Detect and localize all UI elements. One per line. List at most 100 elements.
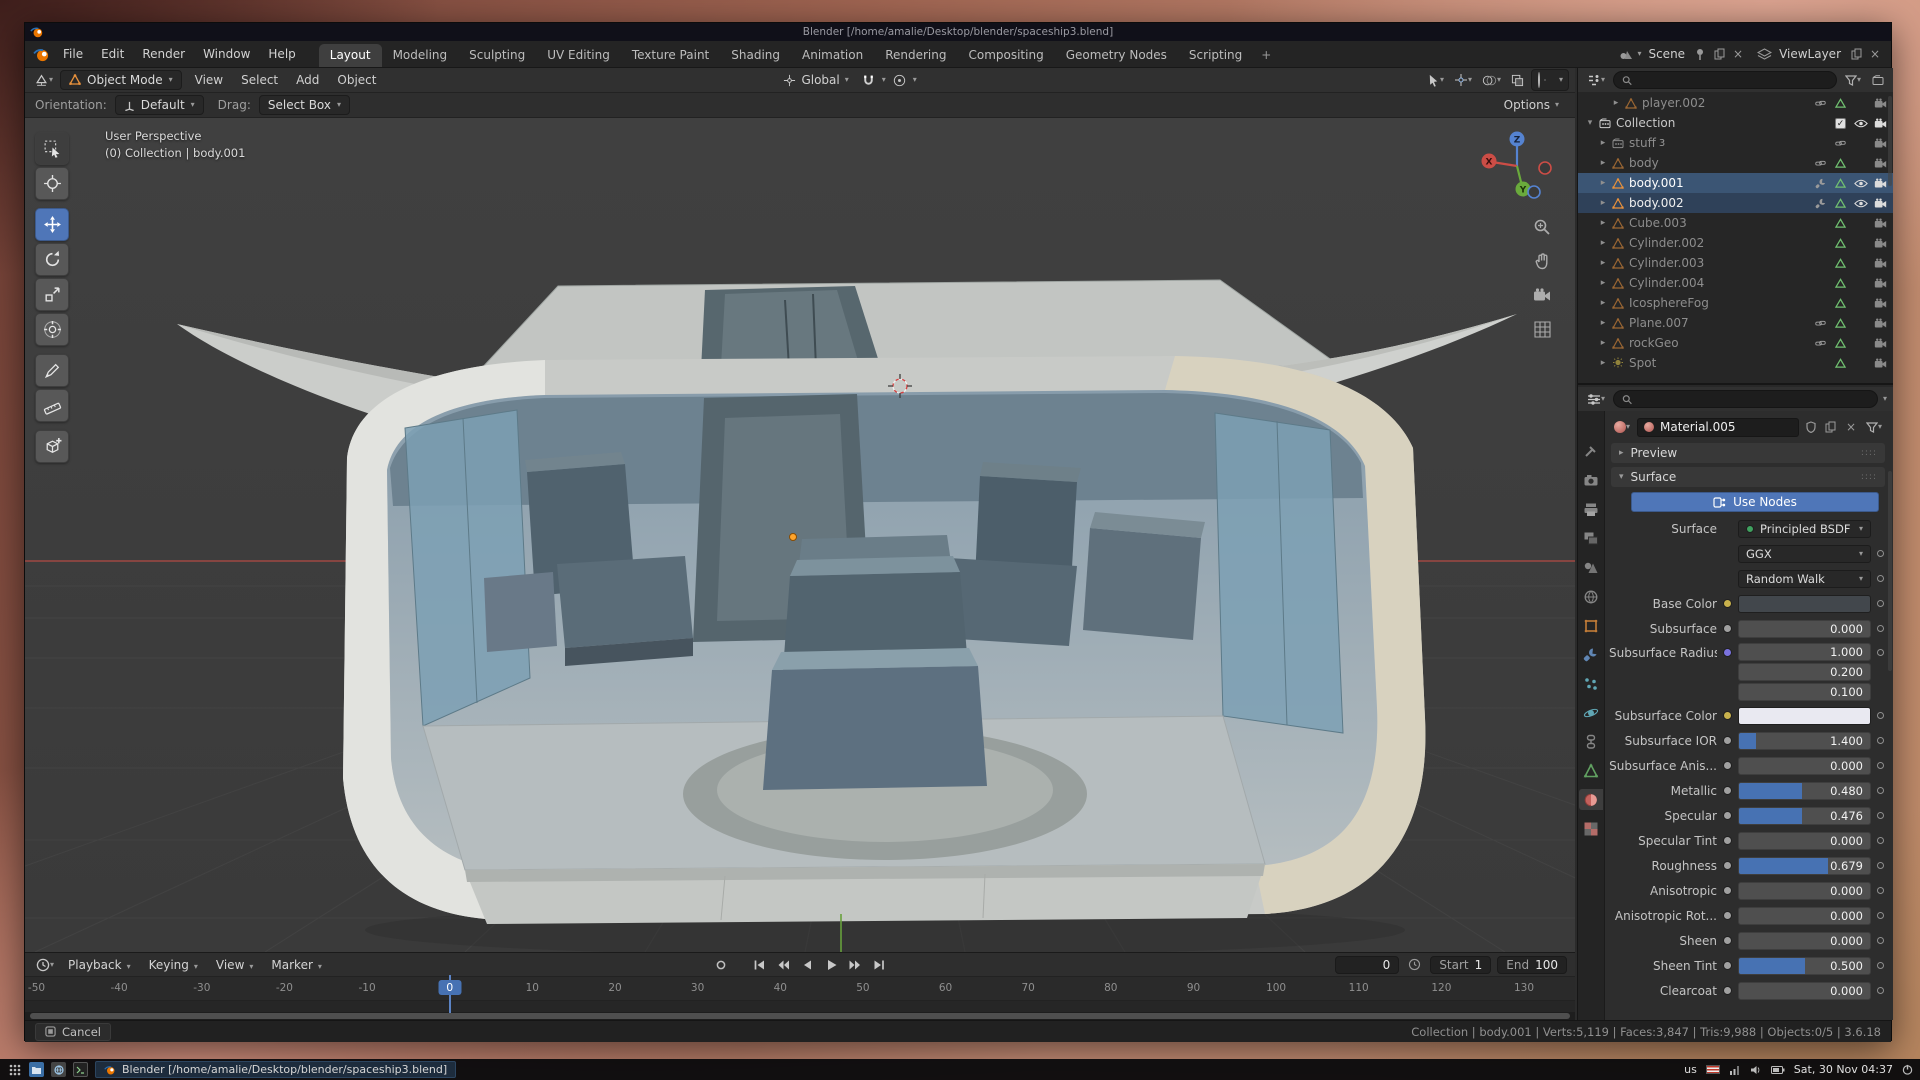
- tool-measure[interactable]: [35, 389, 69, 422]
- tool-add-cube[interactable]: [35, 430, 69, 463]
- outliner-row-body-001[interactable]: ▸ body.001: [1578, 173, 1893, 193]
- outliner-row-stuff[interactable]: ▸ stuff 3: [1578, 133, 1893, 153]
- subsurface-radius-slider[interactable]: 0.100: [1738, 683, 1871, 701]
- tool-move[interactable]: [35, 208, 69, 241]
- selectability-visibility-icon[interactable]: ▾: [1424, 72, 1447, 89]
- random-walk-select[interactable]: Random Walk▾: [1738, 570, 1871, 588]
- outliner-item-label[interactable]: body: [1629, 156, 1659, 170]
- surface-section-header[interactable]: ▾ Surface ::::: [1611, 467, 1885, 487]
- tool-scale[interactable]: [35, 278, 69, 311]
- disclosure-icon[interactable]: ▸: [1597, 158, 1609, 168]
- disclosure-icon[interactable]: ▸: [1597, 218, 1609, 228]
- proportional-editing-icon[interactable]: [890, 72, 909, 89]
- roughness-slider[interactable]: 0.679: [1738, 857, 1871, 875]
- disclosure-icon[interactable]: ▾: [1584, 118, 1596, 128]
- remove-view-layer-icon[interactable]: ×: [1867, 46, 1883, 62]
- properties-tab-modifiers[interactable]: [1579, 644, 1603, 665]
- outliner-row-cylinder-002[interactable]: ▸ Cylinder.002: [1578, 233, 1893, 253]
- disclosure-icon[interactable]: ▸: [1597, 338, 1609, 348]
- hide-eye-toggle[interactable]: [1852, 199, 1869, 208]
- pin-scene-icon[interactable]: [1692, 46, 1708, 62]
- render-visibility-toggle[interactable]: [1872, 118, 1889, 128]
- clock-text[interactable]: Sat, 30 Nov 04:37: [1794, 1063, 1893, 1076]
- properties-tab-constraints[interactable]: [1579, 731, 1603, 752]
- render-visibility-toggle[interactable]: [1872, 318, 1889, 328]
- shading-rendered-icon[interactable]: [1554, 79, 1556, 81]
- jump-to-start-button[interactable]: [749, 957, 769, 973]
- properties-search[interactable]: [1613, 390, 1878, 408]
- disclosure-icon[interactable]: ▸: [1610, 98, 1622, 108]
- outliner-search[interactable]: [1613, 71, 1837, 89]
- shading-material-icon[interactable]: [1549, 79, 1551, 81]
- tool-transform[interactable]: [35, 313, 69, 346]
- outliner-search-input[interactable]: [1638, 74, 1828, 87]
- properties-tab-scene[interactable]: [1579, 557, 1603, 578]
- timeline-editor-icon[interactable]: ▾: [33, 956, 57, 974]
- workspace-tab-layout[interactable]: Layout: [319, 44, 382, 67]
- specular-tint-slider[interactable]: 0.000: [1738, 832, 1871, 850]
- scene-dropdown-icon[interactable]: ▾: [1637, 50, 1641, 58]
- jump-to-end-button[interactable]: [869, 957, 889, 973]
- timeline-track-area[interactable]: [25, 1001, 1575, 1012]
- render-visibility-toggle[interactable]: [1872, 218, 1889, 228]
- animate-decorator[interactable]: [1877, 912, 1884, 919]
- viewport-menu-view[interactable]: View: [186, 70, 232, 90]
- timeline-ruler[interactable]: 0 -50-40-30-20-1001020304050607080901001…: [25, 977, 1575, 1001]
- workspace-tab-rendering[interactable]: Rendering: [874, 44, 957, 67]
- animate-decorator[interactable]: [1877, 625, 1884, 632]
- play-button[interactable]: [821, 957, 841, 973]
- scene-name[interactable]: Scene: [1644, 47, 1689, 61]
- animate-decorator[interactable]: [1877, 837, 1884, 844]
- use-nodes-button[interactable]: Use Nodes: [1631, 492, 1879, 512]
- tool-annotate[interactable]: [35, 354, 69, 387]
- shading-wireframe-icon[interactable]: [1537, 72, 1541, 88]
- outliner-row-rockgeo[interactable]: ▸ rockGeo: [1578, 333, 1893, 353]
- properties-header-dropdown[interactable]: ▾: [1883, 395, 1887, 403]
- tool-select-box[interactable]: [35, 132, 69, 165]
- workspace-tab-sculpting[interactable]: Sculpting: [458, 44, 536, 67]
- outliner-row-cube-003[interactable]: ▸ Cube.003: [1578, 213, 1893, 233]
- render-visibility-toggle[interactable]: [1872, 278, 1889, 288]
- outliner-row-plane-007[interactable]: ▸ Plane.007: [1578, 313, 1893, 333]
- disclosure-icon[interactable]: ▸: [1597, 318, 1609, 328]
- specular-slider[interactable]: 0.476: [1738, 807, 1871, 825]
- outliner-item-label[interactable]: rockGeo: [1629, 336, 1679, 350]
- navigation-gizmo[interactable]: Z X Y: [1477, 126, 1557, 206]
- disclosure-icon[interactable]: ▸: [1597, 258, 1609, 268]
- current-frame-field[interactable]: 0: [1335, 956, 1399, 974]
- close-scene-icon[interactable]: ×: [1730, 46, 1746, 62]
- anisotropic-slider[interactable]: 0.000: [1738, 882, 1871, 900]
- end-frame-field[interactable]: End100: [1497, 956, 1567, 974]
- disclosure-icon[interactable]: ▸: [1597, 358, 1609, 368]
- properties-tab-world[interactable]: [1579, 586, 1603, 607]
- sheen-slider[interactable]: 0.000: [1738, 932, 1871, 950]
- browse-material-icon[interactable]: ▾: [1611, 419, 1633, 435]
- properties-tab-texture[interactable]: [1579, 818, 1603, 839]
- outliner-filter-icon[interactable]: ▾: [1842, 73, 1864, 88]
- overlays-toggle-icon[interactable]: ▾: [1479, 72, 1504, 89]
- orientation-dropdown[interactable]: Default ▾: [115, 95, 204, 115]
- animate-decorator[interactable]: [1877, 812, 1884, 819]
- play-reverse-button[interactable]: [797, 957, 817, 973]
- metallic-slider[interactable]: 0.480: [1738, 782, 1871, 800]
- orthographic-grid-icon[interactable]: [1531, 318, 1553, 340]
- snap-magnet-icon[interactable]: [859, 72, 878, 89]
- render-visibility-toggle[interactable]: [1872, 338, 1889, 348]
- outliner-row-spot[interactable]: ▸ Spot: [1578, 353, 1893, 373]
- workspace-tab-shading[interactable]: Shading: [720, 44, 791, 67]
- timeline-menu-view[interactable]: View▾: [207, 955, 263, 975]
- gizmos-toggle-icon[interactable]: ▾: [1451, 71, 1475, 89]
- properties-scrollbar[interactable]: [1888, 471, 1892, 671]
- timeline-scrollbar-handle[interactable]: [30, 1013, 1570, 1019]
- outliner-row-player-002[interactable]: ▸ player.002: [1578, 93, 1893, 113]
- disclosure-icon[interactable]: ▸: [1597, 138, 1609, 148]
- properties-tab-particles[interactable]: [1579, 673, 1603, 694]
- outliner-item-label[interactable]: Plane.007: [1629, 316, 1689, 330]
- outliner-scrollbar[interactable]: [1888, 96, 1892, 186]
- render-visibility-toggle[interactable]: [1872, 138, 1889, 148]
- animate-decorator[interactable]: [1877, 987, 1884, 994]
- next-keyframe-button[interactable]: [845, 957, 865, 973]
- drag-dropdown[interactable]: Select Box ▾: [259, 95, 350, 115]
- camera-view-icon[interactable]: [1531, 284, 1553, 306]
- properties-tab-view-layer[interactable]: [1579, 528, 1603, 549]
